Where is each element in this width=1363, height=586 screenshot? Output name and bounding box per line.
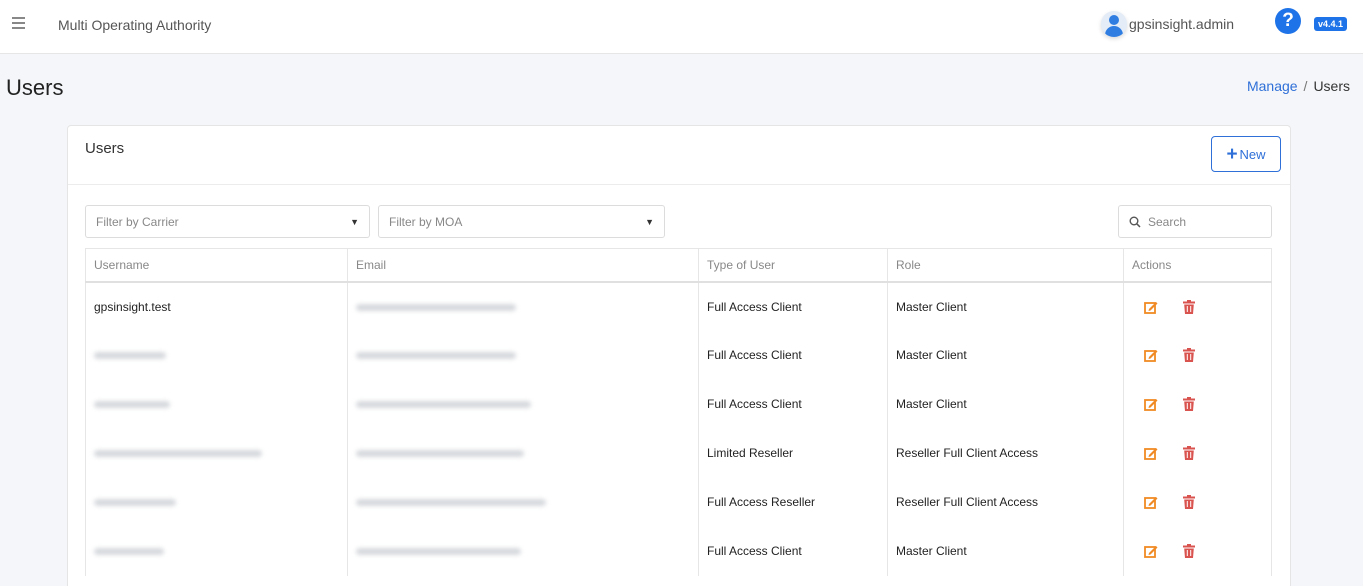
cell-type: Full Access Client [698,379,888,429]
breadcrumb-separator: / [1303,78,1308,94]
question-circle-icon[interactable]: ? [1275,8,1301,34]
cell-type: Full Access Client [698,526,888,576]
cell-type: Full Access Client [698,281,888,331]
cell-role: Master Client [887,379,1124,429]
caret-down-icon: ▼ [645,216,654,227]
redacted-email [356,499,546,506]
users-card: Users + New Filter by Carrier ▼ Filter by… [67,125,1291,586]
redacted-username [94,352,166,359]
cell-username: gpsinsight.test [85,281,348,331]
column-header-email[interactable]: Email [347,248,699,283]
new-button-label: New [1239,146,1266,162]
cell-actions [1123,330,1272,380]
cell-actions [1123,477,1272,527]
cell-username [85,477,348,527]
column-header-actions: Actions [1123,248,1272,283]
trash-icon[interactable] [1183,299,1195,314]
edit-icon[interactable] [1144,300,1158,314]
redacted-email [356,303,516,311]
carrier-filter-placeholder: Filter by Carrier [96,214,179,229]
moa-filter-select[interactable]: Filter by MOA ▼ [378,205,665,238]
cell-actions [1123,526,1272,576]
app-title: Multi Operating Authority [58,17,212,33]
cell-role: Master Client [887,281,1124,331]
table-row: Full Access Client Master Client [85,379,1272,429]
users-table: Username Email Type of User Role Actions… [85,248,1272,576]
avatar-icon [1101,11,1127,37]
column-header-type[interactable]: Type of User [698,248,888,283]
cell-role: Master Client [887,526,1124,576]
cell-actions [1123,379,1272,429]
page-title: Users [6,75,64,100]
table-row: gpsinsight.test Full Access Client Maste… [85,281,1272,331]
redacted-email [356,548,521,555]
cell-username [85,428,348,478]
cell-username [85,330,348,380]
card-header: Users + New [68,126,1290,185]
cell-email [347,379,699,429]
plus-icon: + [1226,143,1238,165]
search-box[interactable] [1118,205,1272,238]
caret-down-icon: ▼ [350,216,359,227]
edit-icon[interactable] [1144,495,1158,509]
version-badge: v4.4.1 [1314,17,1348,31]
cell-username [85,526,348,576]
cell-username [85,379,348,429]
edit-icon[interactable] [1144,544,1158,558]
edit-icon[interactable] [1144,348,1158,362]
cell-email [347,477,699,527]
trash-icon[interactable] [1183,348,1195,362]
cell-email [347,330,699,380]
redacted-email [356,401,531,408]
column-header-role[interactable]: Role [887,248,1124,283]
cell-role: Reseller Full Client Access [887,477,1124,527]
redacted-email [356,352,516,359]
user-menu[interactable]: gpsinsight.admin [1101,11,1234,37]
table-row: Full Access Client Master Client [85,330,1272,380]
redacted-username [94,450,262,457]
table-row: Full Access Client Master Client [85,526,1272,576]
redacted-username [94,548,164,555]
card-title: Users [85,140,125,157]
edit-icon[interactable] [1144,446,1158,460]
edit-icon[interactable] [1144,397,1158,411]
cell-actions [1123,428,1272,478]
table-header-row: Username Email Type of User Role Actions [85,248,1272,283]
table-row: Full Access Reseller Reseller Full Clien… [85,477,1272,527]
trash-icon[interactable] [1183,544,1195,558]
cell-email [347,526,699,576]
carrier-filter-select[interactable]: Filter by Carrier ▼ [85,205,370,238]
redacted-username [94,401,170,408]
search-input[interactable] [1148,214,1258,229]
hamburger-menu-icon[interactable] [12,17,25,31]
cell-role: Master Client [887,330,1124,380]
redacted-email [356,450,524,457]
trash-icon[interactable] [1183,446,1195,460]
breadcrumb-current: Users [1313,78,1350,94]
cell-type: Limited Reseller [698,428,888,478]
search-icon [1129,216,1141,228]
cell-actions [1123,281,1272,331]
cell-email [347,281,699,331]
cell-role: Reseller Full Client Access [887,428,1124,478]
cell-email [347,428,699,478]
new-user-button[interactable]: + New [1211,136,1281,172]
column-header-username[interactable]: Username [85,248,348,283]
table-row: Limited Reseller Reseller Full Client Ac… [85,428,1272,478]
moa-filter-placeholder: Filter by MOA [389,214,463,229]
redacted-username [94,499,176,506]
trash-icon[interactable] [1183,495,1195,509]
username-label: gpsinsight.admin [1129,16,1235,32]
trash-icon[interactable] [1183,397,1195,411]
top-navbar: Multi Operating Authority gpsinsight.adm… [0,0,1363,54]
cell-type: Full Access Reseller [698,477,888,527]
breadcrumb-manage-link[interactable]: Manage [1247,78,1298,94]
breadcrumb: Manage / Users [1247,78,1350,94]
cell-type: Full Access Client [698,330,888,380]
